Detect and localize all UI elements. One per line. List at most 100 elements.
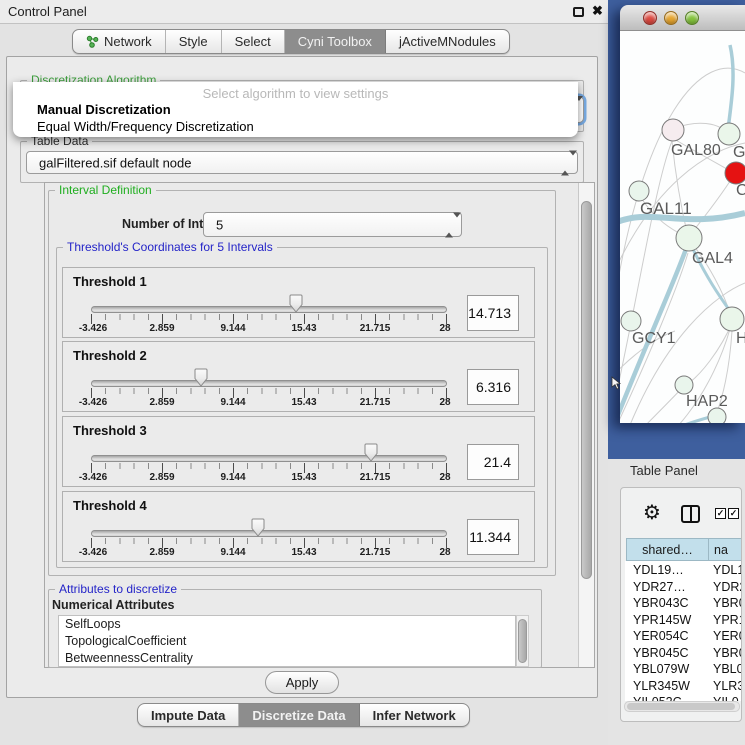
node-gcy1[interactable]	[621, 311, 641, 331]
threshold-1-value-field[interactable]: 14.713	[467, 295, 519, 331]
list-item-selfloops[interactable]: SelfLoops	[59, 616, 515, 633]
tab-discretize-data[interactable]: Discretize Data	[239, 704, 359, 726]
list-item-betweennesscentrality[interactable]: BetweennessCentrality	[59, 650, 515, 667]
tab-network[interactable]: Network	[73, 30, 166, 53]
threshold-2-value-field[interactable]: 6.316	[467, 369, 519, 405]
dropdown-prompt: Select algorithm to view settings	[13, 86, 578, 102]
dropdown-option-manual-discretization[interactable]: Manual Discretization	[13, 102, 578, 119]
threshold-3-slider-handle[interactable]	[363, 443, 379, 463]
split-table-icon[interactable]	[681, 505, 700, 523]
scrollbar-thumb[interactable]	[518, 619, 527, 663]
slider-major-ticks	[91, 314, 448, 324]
control-panel: Control Panel ✖ Network Style Select Cyn…	[0, 0, 608, 745]
attributes-group-title: Attributes to discretize	[55, 582, 181, 596]
vertical-scrollbar[interactable]	[578, 183, 594, 667]
tick-label: 15.43	[291, 397, 316, 408]
tab-jactivemnodules[interactable]: jActiveMNodules	[386, 30, 509, 53]
tick-label: 9.144	[220, 547, 245, 558]
tick-label: 21.715	[360, 323, 391, 334]
threshold-2-slider-handle[interactable]	[193, 368, 209, 388]
node-label-gal4: GAL4	[692, 250, 733, 267]
table-row[interactable]: YLR345WYLR3	[625, 678, 742, 695]
node-ga[interactable]	[718, 123, 740, 145]
network-window-titlebar[interactable]	[620, 5, 745, 31]
threshold-3-slider-track[interactable]	[91, 455, 447, 462]
table-data-combobox[interactable]: galFiltered.sif default node	[26, 151, 578, 174]
checkbox-icon[interactable]: ✓	[715, 508, 726, 519]
tick-label: 28	[439, 472, 450, 483]
node-red-selected[interactable]	[725, 162, 745, 184]
mouse-cursor	[611, 376, 621, 390]
node-label-hap2: HAP2	[686, 393, 728, 410]
node-label-ga: GA	[733, 144, 745, 161]
network-view-window: GAL80 GA C GAL11 GAL4 GCY1 H HAP2	[620, 5, 745, 423]
number-of-intervals-combobox[interactable]: 5	[203, 212, 462, 237]
tab-cyni-toolbox[interactable]: Cyni Toolbox	[285, 30, 386, 53]
table-panel-title: Table Panel	[630, 463, 698, 478]
column-header-shared-name[interactable]: shared…	[626, 538, 709, 561]
panel-title: Control Panel	[8, 4, 87, 19]
tab-select[interactable]: Select	[222, 30, 285, 53]
node-h[interactable]	[720, 307, 744, 331]
threshold-4-label: Threshold 4	[73, 498, 147, 513]
node-gal80[interactable]	[662, 119, 684, 141]
list-item-topologicalcoefficient[interactable]: TopologicalCoefficient	[59, 633, 515, 650]
combo-arrows-icon	[445, 217, 454, 232]
tick-label: 28	[439, 323, 450, 334]
list-vertical-scrollbar[interactable]	[516, 615, 529, 667]
node-bottom[interactable]	[708, 408, 726, 423]
tab-impute-data[interactable]: Impute Data	[138, 704, 239, 726]
tick-label: -3.426	[79, 472, 107, 483]
node-gal11[interactable]	[629, 181, 649, 201]
table-panel: Table Panel ⚙ ✓ ✓ shared… na YDL19…YDL1 …	[608, 459, 745, 745]
column-header-name[interactable]: na	[708, 538, 742, 561]
threshold-4-slider-track[interactable]	[91, 530, 447, 537]
node-label-h: H	[736, 330, 745, 347]
threshold-1-slider-track[interactable]	[91, 306, 447, 313]
close-icon[interactable]: ✖	[592, 3, 603, 19]
table-row[interactable]: YBL079WYBL0	[625, 661, 742, 678]
table-row[interactable]: YPR145WYPR1	[625, 612, 742, 629]
table-panel-body: ⚙ ✓ ✓ shared… na YDL19…YDL1 YDR27…YDR2 Y…	[620, 487, 742, 722]
tab-style[interactable]: Style	[166, 30, 222, 53]
close-traffic-light-icon[interactable]	[643, 11, 657, 25]
float-window-icon[interactable]	[573, 7, 584, 17]
tick-label: 15.43	[291, 323, 316, 334]
horizontal-scrollbar[interactable]	[624, 701, 740, 712]
combo-arrows-icon	[561, 155, 570, 170]
apply-button[interactable]: Apply	[265, 671, 339, 694]
thresholds-group-title: Threshold's Coordinates for 5 Intervals	[63, 240, 277, 254]
tick-label: 9.144	[220, 397, 245, 408]
minimize-traffic-light-icon[interactable]	[664, 11, 678, 25]
zoom-traffic-light-icon[interactable]	[685, 11, 699, 25]
tick-label: 28	[439, 397, 450, 408]
tick-label: -3.426	[79, 323, 107, 334]
node-hap2[interactable]	[675, 376, 693, 394]
threshold-1-slider-handle[interactable]	[288, 294, 304, 314]
dropdown-option-equal-width-frequency[interactable]: Equal Width/Frequency Discretization	[13, 119, 578, 136]
threshold-2-slider-track[interactable]	[91, 380, 447, 387]
node-gal4[interactable]	[676, 225, 702, 251]
threshold-4-slider-handle[interactable]	[250, 518, 266, 538]
threshold-3-value-field[interactable]: 21.4	[467, 444, 519, 480]
number-of-intervals-value: 5	[216, 217, 223, 232]
checkbox-icon[interactable]: ✓	[728, 508, 739, 519]
tick-label: 21.715	[360, 547, 391, 558]
scrollbar-thumb[interactable]	[581, 201, 592, 579]
threshold-4-value-field[interactable]: 11.344	[467, 519, 519, 555]
table-row[interactable]: YER054CYER0	[625, 628, 742, 645]
tick-label: 28	[439, 547, 450, 558]
gear-icon[interactable]: ⚙	[643, 502, 661, 522]
scrollbar-thumb[interactable]	[627, 703, 735, 710]
table-row[interactable]: YDR27…YDR2	[625, 579, 742, 596]
table-rows: YDL19…YDL1 YDR27…YDR2 YBR043CYBR0 YPR145…	[625, 561, 742, 701]
table-row[interactable]: YIL052CYIL0	[625, 694, 742, 701]
tab-infer-network[interactable]: Infer Network	[360, 704, 469, 726]
node-label-c: C	[736, 182, 745, 199]
node-label-gal80: GAL80	[671, 142, 721, 159]
table-row[interactable]: YBR045CYBR0	[625, 645, 742, 662]
table-row[interactable]: YDL19…YDL1	[625, 562, 742, 579]
network-canvas[interactable]: GAL80 GA C GAL11 GAL4 GCY1 H HAP2	[620, 31, 745, 423]
interval-definition-title: Interval Definition	[55, 183, 156, 197]
table-row[interactable]: YBR043CYBR0	[625, 595, 742, 612]
